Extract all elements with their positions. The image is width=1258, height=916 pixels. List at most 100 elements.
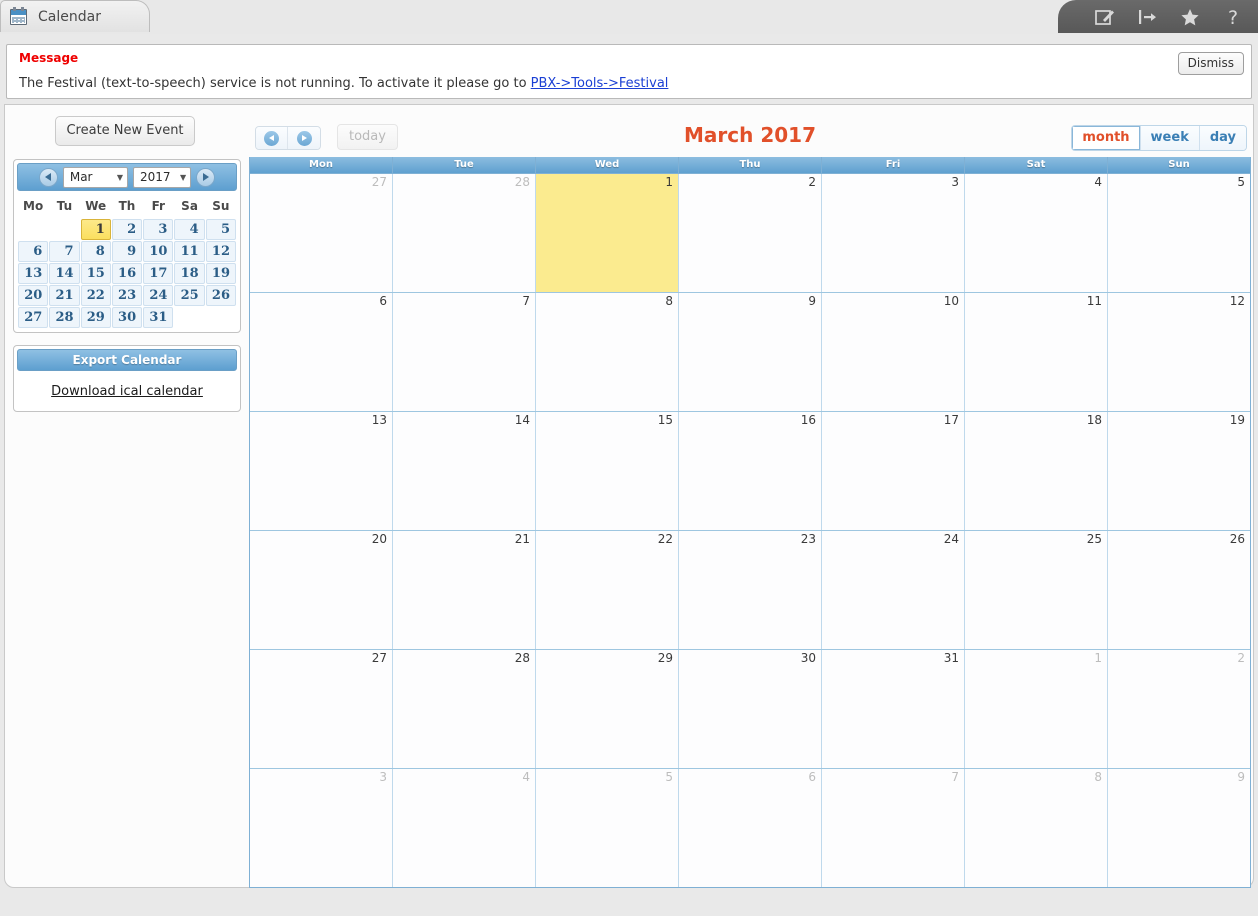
calendar-day-cell[interactable]: 18 (964, 412, 1107, 530)
calendar-day-cell[interactable]: 27 (250, 174, 392, 292)
mini-day-13[interactable]: 13 (18, 263, 49, 284)
calendar-day-cell[interactable]: 8 (535, 293, 678, 411)
calendar-day-cell[interactable]: 17 (821, 412, 964, 530)
calendar-week-row: 3 4 5 6 7 8 9 (250, 768, 1250, 887)
mini-week-row: 6 7 8 9 10 11 12 (18, 241, 236, 262)
calendar-day-number: 27 (371, 175, 387, 189)
tab-calendar[interactable]: Calendar (0, 0, 150, 32)
calendar-day-cell[interactable]: 5 (535, 769, 678, 887)
calendar-day-cell[interactable]: 23 (678, 531, 821, 649)
calendar-day-cell[interactable]: 9 (678, 293, 821, 411)
calendar-day-cell[interactable]: 15 (535, 412, 678, 530)
mini-day-25[interactable]: 25 (174, 285, 205, 306)
calendar-day-cell[interactable]: 19 (1107, 412, 1250, 530)
view-button-month[interactable]: month (1072, 126, 1141, 150)
calendar-day-cell[interactable]: 28 (392, 650, 535, 768)
favorite-star-icon[interactable] (1179, 6, 1201, 28)
calendar-day-cell[interactable]: 12 (1107, 293, 1250, 411)
mini-day-15[interactable]: 15 (80, 263, 111, 284)
mini-day-19[interactable]: 19 (205, 263, 236, 284)
mini-day-17[interactable]: 17 (143, 263, 174, 284)
view-button-week[interactable]: week (1140, 126, 1200, 150)
calendar-day-cell[interactable]: 7 (392, 293, 535, 411)
calendar-day-cell[interactable]: 29 (535, 650, 678, 768)
calendar-day-cell[interactable]: 21 (392, 531, 535, 649)
mini-day-16[interactable]: 16 (111, 263, 143, 284)
calendar-day-cell[interactable]: 1 (964, 650, 1107, 768)
calendar-day-cell[interactable]: 5 (1107, 174, 1250, 292)
calendar-day-cell[interactable]: 9 (1107, 769, 1250, 887)
calendar-day-cell[interactable]: 16 (678, 412, 821, 530)
calendar-day-cell[interactable]: 25 (964, 531, 1107, 649)
calendar-day-cell[interactable]: 27 (250, 650, 392, 768)
calendar-day-cell[interactable]: 13 (250, 412, 392, 530)
mini-day-31[interactable]: 31 (143, 307, 174, 328)
calendar-day-cell[interactable]: 4 (392, 769, 535, 887)
logout-icon[interactable] (1136, 6, 1158, 28)
mini-day-28[interactable]: 28 (49, 307, 80, 328)
download-ical-link[interactable]: Download ical calendar (14, 374, 240, 411)
mini-day-30[interactable]: 30 (111, 307, 143, 328)
calendar-day-cell[interactable]: 2 (678, 174, 821, 292)
mini-day-7[interactable]: 7 (49, 241, 80, 262)
mini-next-month-button[interactable] (196, 167, 216, 187)
calendar-day-cell[interactable]: 26 (1107, 531, 1250, 649)
calendar-day-number: 4 (1094, 175, 1102, 189)
calendar-day-cell[interactable]: 10 (821, 293, 964, 411)
mini-day-27[interactable]: 27 (18, 307, 49, 328)
mini-day-18[interactable]: 18 (174, 263, 205, 284)
mini-day-10[interactable]: 10 (143, 241, 174, 262)
calendar-day-cell[interactable]: 28 (392, 174, 535, 292)
mini-day-6[interactable]: 6 (18, 241, 49, 262)
mini-day-12[interactable]: 12 (205, 241, 236, 262)
calendar-day-cell[interactable]: 4 (964, 174, 1107, 292)
calendar-day-cell[interactable]: 3 (821, 174, 964, 292)
mini-day-20[interactable]: 20 (18, 285, 49, 306)
mini-day-8[interactable]: 8 (80, 241, 111, 262)
mini-day-9[interactable]: 9 (111, 241, 143, 262)
mini-day-4[interactable]: 4 (174, 219, 205, 240)
calendar-day-number: 1 (1094, 651, 1102, 665)
calendar-day-cell[interactable]: 20 (250, 531, 392, 649)
calendar-day-cell[interactable]: 30 (678, 650, 821, 768)
mini-day-22[interactable]: 22 (80, 285, 111, 306)
calendar-day-cell[interactable]: 6 (678, 769, 821, 887)
mini-day-11[interactable]: 11 (174, 241, 205, 262)
mini-day-29[interactable]: 29 (80, 307, 111, 328)
calendar-day-number: 23 (800, 532, 816, 546)
mini-day-23[interactable]: 23 (111, 285, 143, 306)
calendar-day-cell[interactable]: 24 (821, 531, 964, 649)
view-button-day[interactable]: day (1199, 126, 1246, 150)
calendar-day-header-thu: Thu (678, 157, 821, 173)
mini-prev-month-button[interactable] (38, 167, 58, 187)
mini-day-14[interactable]: 14 (49, 263, 80, 284)
dismiss-button[interactable]: Dismiss (1177, 52, 1244, 75)
mini-day-5[interactable]: 5 (205, 219, 236, 240)
calendar-day-cell[interactable]: 11 (964, 293, 1107, 411)
calendar-day-cell[interactable]: 22 (535, 531, 678, 649)
mini-month-select[interactable]: Mar ▼ (62, 166, 128, 188)
calendar-day-cell[interactable]: 31 (821, 650, 964, 768)
mini-day-1[interactable]: 1 (80, 219, 111, 240)
mini-day-26[interactable]: 26 (205, 285, 236, 306)
calendar-week-row: 13 14 15 16 17 18 19 (250, 411, 1250, 530)
mini-year-select[interactable]: 2017 ▼ (133, 166, 192, 188)
calendar-day-cell[interactable]: 3 (250, 769, 392, 887)
calendar-week-row: 20 21 22 23 24 25 26 (250, 530, 1250, 649)
calendar-day-cell[interactable]: 6 (250, 293, 392, 411)
help-icon[interactable]: ? (1222, 6, 1244, 28)
calendar-day-cell[interactable]: 8 (964, 769, 1107, 887)
mini-day-21[interactable]: 21 (49, 285, 80, 306)
calendar-day-cell[interactable]: 14 (392, 412, 535, 530)
create-new-event-button[interactable]: Create New Event (55, 116, 195, 146)
mini-day-2[interactable]: 2 (111, 219, 143, 240)
calendar-day-cell[interactable]: 7 (821, 769, 964, 887)
festival-link[interactable]: PBX->Tools->Festival (531, 76, 669, 91)
mini-day-3[interactable]: 3 (143, 219, 174, 240)
calendar-week-row: 27 28 29 30 31 1 2 (250, 649, 1250, 768)
compose-icon[interactable] (1093, 6, 1115, 28)
calendar-day-cell[interactable]: 2 (1107, 650, 1250, 768)
calendar-day-cell[interactable]: 1 (535, 174, 678, 292)
mini-day-24[interactable]: 24 (143, 285, 174, 306)
calendar-day-number: 21 (514, 532, 530, 546)
